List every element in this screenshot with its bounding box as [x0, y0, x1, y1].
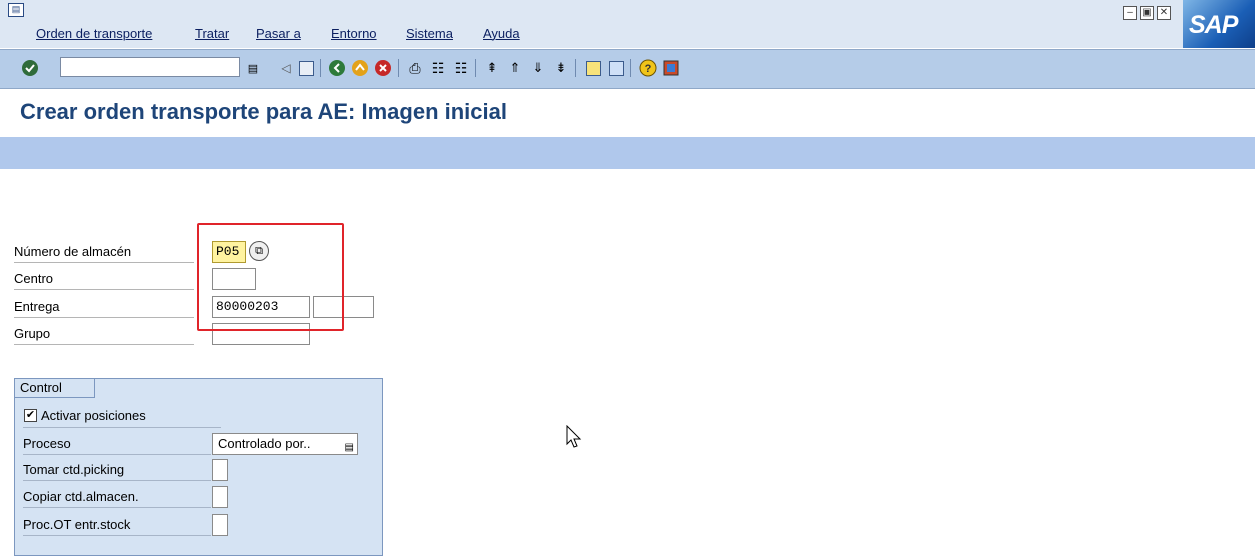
svg-text:?: ? [645, 63, 652, 75]
maximize-icon[interactable]: ▣ [1140, 6, 1154, 20]
help-icon[interactable]: ? [638, 58, 658, 78]
dropdown-icon[interactable]: ▤ [345, 438, 354, 458]
page-title: Crear orden transporte para AE: Imagen i… [20, 99, 507, 124]
entrega-label: Entrega [14, 296, 194, 318]
copiar-almacen-field[interactable] [212, 486, 228, 508]
command-field[interactable] [60, 57, 240, 77]
layout-icon[interactable] [661, 58, 681, 78]
copiar-almacen-label: Copiar ctd.almacen. [23, 486, 211, 508]
proceso-label: Proceso [23, 433, 211, 455]
highlight-box [197, 223, 344, 331]
proceso-dropdown[interactable]: Controlado por.. ▤ [212, 433, 358, 455]
grupo-label: Grupo [14, 323, 194, 345]
find-next-icon[interactable]: ☷ [451, 58, 471, 78]
menu-bar: ▤ Orden de transporte Tratar Pasar a Ent… [0, 0, 1255, 48]
toolbar-separator [320, 59, 321, 77]
back-icon[interactable] [327, 58, 347, 78]
centro-label: Centro [14, 268, 194, 290]
cancel-icon[interactable] [373, 58, 393, 78]
menu-sistema[interactable]: Sistema [406, 26, 453, 41]
activar-posiciones-label: Activar posiciones [41, 408, 146, 423]
next-page-icon[interactable]: ⇓ [528, 58, 548, 78]
standard-toolbar: ▤ ◁ ⎙ ☷ ☷ ⇞ ⇑ ⇓ ⇟ ? [0, 49, 1255, 89]
save-icon[interactable] [296, 58, 316, 78]
last-page-icon[interactable]: ⇟ [551, 58, 571, 78]
first-page-icon[interactable]: ⇞ [482, 58, 502, 78]
shortcut-icon[interactable] [606, 58, 626, 78]
proceso-value: Controlado por.. [218, 436, 311, 451]
toolbar-separator [630, 59, 631, 77]
control-tab-label: Control [15, 379, 95, 398]
minimize-icon[interactable]: – [1123, 6, 1137, 20]
almacen-label: Número de almacén [14, 241, 194, 263]
close-icon[interactable]: ✕ [1157, 6, 1171, 20]
sap-logo-text: SAP [1189, 11, 1238, 39]
menu-tratar[interactable]: Tratar [195, 26, 229, 41]
menu-toggle-icon[interactable]: ▤ [8, 3, 24, 17]
find-icon[interactable]: ☷ [428, 58, 448, 78]
tomar-picking-field[interactable] [212, 459, 228, 481]
toolbar-separator [398, 59, 399, 77]
control-group: Control ✔ Activar posiciones Proceso Con… [14, 378, 383, 556]
menu-ayuda[interactable]: Ayuda [483, 26, 520, 41]
application-toolbar [0, 137, 1255, 169]
toolbar-separator [575, 59, 576, 77]
confirm-icon[interactable] [20, 58, 40, 78]
menu-entorno[interactable]: Entorno [331, 26, 377, 41]
previous-page-icon[interactable]: ⇑ [505, 58, 525, 78]
proc-ot-field[interactable] [212, 514, 228, 536]
back-arrow-icon[interactable]: ◁ [276, 58, 296, 78]
menu-orden-de-transporte[interactable]: Orden de transporte [36, 26, 152, 41]
menu-pasar-a[interactable]: Pasar a [256, 26, 301, 41]
tomar-picking-label: Tomar ctd.picking [23, 459, 211, 481]
toolbar-separator [475, 59, 476, 77]
create-session-icon[interactable] [583, 58, 603, 78]
print-icon[interactable]: ⎙ [405, 58, 425, 78]
activar-posiciones-checkbox[interactable]: ✔ [24, 409, 37, 422]
sap-logo: SAP [1183, 0, 1255, 48]
mouse-cursor-icon [566, 424, 582, 452]
exit-icon[interactable] [350, 58, 370, 78]
dropdown-icon[interactable]: ▤ [243, 58, 263, 78]
divider [23, 427, 221, 428]
proc-ot-label: Proc.OT entr.stock [23, 514, 211, 536]
